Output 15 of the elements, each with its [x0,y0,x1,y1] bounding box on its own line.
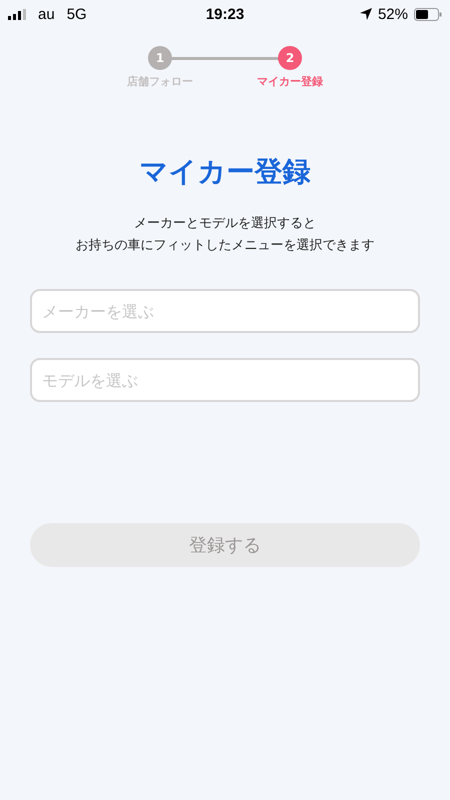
battery-icon [414,8,442,20]
step-label: 店舗フォロー [127,74,193,89]
select-field[interactable]: メーカーを選ぶ [30,289,420,333]
network-type: 5G [66,6,87,22]
clock-time: 19:23 [206,6,244,22]
select-field[interactable]: モデルを選ぶ [30,358,420,402]
page-title: マイカー登録 [138,154,312,190]
signal-icon [8,8,26,20]
step-number: 1 [148,46,172,70]
location-arrow-icon [360,8,372,20]
carrier-name: au [38,6,55,22]
battery-percent: 52% [378,6,408,22]
step-label: マイカー登録 [257,74,323,89]
description-text: メーカーとモデルを選択すると お持ちの車にフィットしたメニューを選択できます [74,215,376,255]
step-number: 2 [278,46,302,70]
